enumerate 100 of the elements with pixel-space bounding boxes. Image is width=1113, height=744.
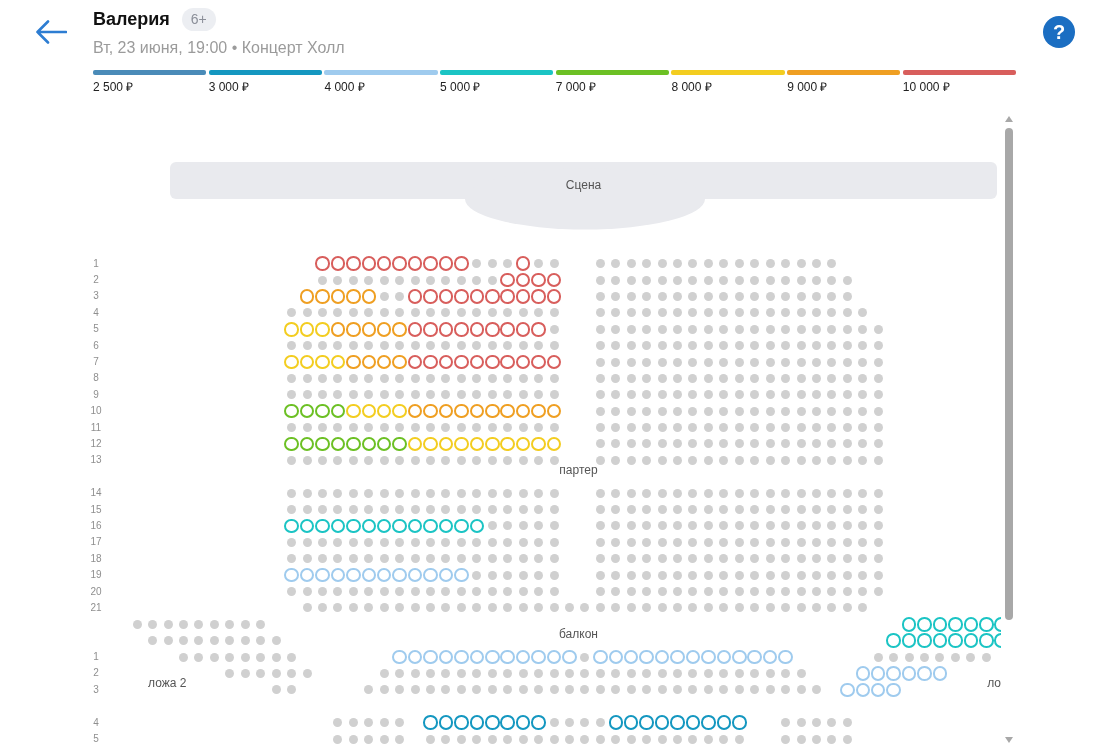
available-seat[interactable] [500, 436, 515, 452]
available-seat[interactable] [407, 518, 423, 534]
available-seat[interactable] [485, 403, 500, 419]
available-seat[interactable] [485, 715, 500, 730]
available-seat[interactable] [299, 403, 315, 419]
scroll-down-icon[interactable] [1004, 737, 1013, 743]
available-seat[interactable] [438, 518, 454, 534]
available-seat[interactable] [330, 436, 346, 452]
available-seat[interactable] [376, 354, 392, 370]
available-seat[interactable] [361, 289, 377, 304]
available-seat[interactable] [469, 403, 485, 419]
available-seat[interactable] [376, 256, 392, 271]
available-seat[interactable] [423, 256, 438, 271]
available-seat[interactable] [855, 666, 871, 681]
available-seat[interactable] [654, 715, 670, 730]
available-seat[interactable] [392, 649, 407, 665]
available-seat[interactable] [515, 403, 531, 419]
available-seat[interactable] [778, 649, 793, 665]
available-seat[interactable] [500, 272, 515, 288]
available-seat[interactable] [423, 567, 438, 583]
available-seat[interactable] [284, 518, 299, 534]
available-seat[interactable] [407, 322, 423, 337]
available-seat[interactable] [346, 256, 361, 271]
available-seat[interactable] [392, 567, 407, 583]
available-seat[interactable] [299, 518, 315, 534]
available-seat[interactable] [361, 518, 377, 534]
available-seat[interactable] [654, 649, 670, 665]
available-seat[interactable] [346, 436, 361, 452]
available-seat[interactable] [392, 322, 407, 337]
available-seat[interactable] [515, 322, 531, 337]
available-seat[interactable] [284, 403, 299, 419]
available-seat[interactable] [531, 272, 546, 288]
back-button[interactable] [35, 20, 67, 44]
available-seat[interactable] [423, 649, 438, 665]
help-button[interactable]: ? [1043, 16, 1075, 48]
available-seat[interactable] [932, 666, 948, 681]
available-seat[interactable] [438, 403, 454, 419]
available-seat[interactable] [886, 633, 901, 648]
available-seat[interactable] [376, 322, 392, 337]
available-seat[interactable] [330, 518, 346, 534]
available-seat[interactable] [299, 289, 315, 304]
available-seat[interactable] [454, 436, 469, 452]
available-seat[interactable] [469, 715, 485, 730]
available-seat[interactable] [438, 715, 454, 730]
available-seat[interactable] [701, 715, 716, 730]
available-seat[interactable] [469, 289, 485, 304]
available-seat[interactable] [515, 715, 531, 730]
available-seat[interactable] [392, 256, 407, 271]
available-seat[interactable] [469, 354, 485, 370]
available-seat[interactable] [546, 403, 562, 419]
available-seat[interactable] [346, 322, 361, 337]
available-seat[interactable] [330, 567, 346, 583]
available-seat[interactable] [500, 322, 515, 337]
available-seat[interactable] [423, 518, 438, 534]
available-seat[interactable] [361, 354, 377, 370]
available-seat[interactable] [299, 354, 315, 370]
available-seat[interactable] [423, 436, 438, 452]
available-seat[interactable] [948, 633, 963, 648]
available-seat[interactable] [361, 567, 377, 583]
available-seat[interactable] [485, 354, 500, 370]
available-seat[interactable] [531, 354, 546, 370]
scroll-up-icon[interactable] [1004, 116, 1013, 122]
available-seat[interactable] [531, 436, 546, 452]
available-seat[interactable] [886, 682, 901, 698]
available-seat[interactable] [670, 715, 685, 730]
available-seat[interactable] [423, 403, 438, 419]
available-seat[interactable] [685, 649, 701, 665]
available-seat[interactable] [701, 649, 716, 665]
available-seat[interactable] [454, 322, 469, 337]
available-seat[interactable] [330, 354, 346, 370]
available-seat[interactable] [531, 715, 546, 730]
available-seat[interactable] [423, 289, 438, 304]
available-seat[interactable] [500, 289, 515, 304]
available-seat[interactable] [315, 518, 330, 534]
available-seat[interactable] [485, 322, 500, 337]
scrollbar-thumb[interactable] [1004, 128, 1013, 620]
available-seat[interactable] [315, 256, 330, 271]
available-seat[interactable] [732, 649, 747, 665]
available-seat[interactable] [531, 322, 546, 337]
available-seat[interactable] [901, 633, 917, 648]
available-seat[interactable] [932, 617, 948, 632]
available-seat[interactable] [469, 436, 485, 452]
available-seat[interactable] [963, 633, 979, 648]
available-seat[interactable] [500, 715, 515, 730]
available-seat[interactable] [315, 322, 330, 337]
available-seat[interactable] [531, 403, 546, 419]
available-seat[interactable] [454, 715, 469, 730]
available-seat[interactable] [423, 322, 438, 337]
available-seat[interactable] [531, 649, 546, 665]
available-seat[interactable] [515, 436, 531, 452]
available-seat[interactable] [438, 649, 454, 665]
available-seat[interactable] [917, 633, 932, 648]
available-seat[interactable] [315, 354, 330, 370]
available-seat[interactable] [886, 666, 901, 681]
available-seat[interactable] [376, 518, 392, 534]
available-seat[interactable] [407, 289, 423, 304]
available-seat[interactable] [515, 649, 531, 665]
available-seat[interactable] [531, 289, 546, 304]
available-seat[interactable] [454, 289, 469, 304]
available-seat[interactable] [315, 567, 330, 583]
